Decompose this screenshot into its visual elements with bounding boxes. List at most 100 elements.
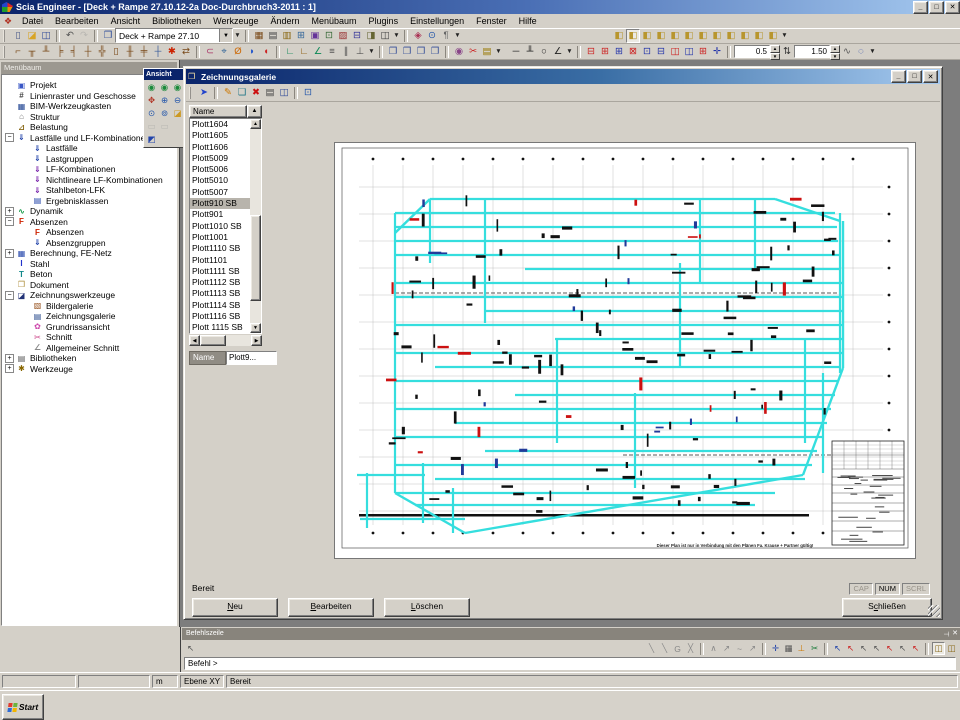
plot-list-item[interactable]: Plott1605 bbox=[190, 130, 250, 141]
close-button[interactable]: ✕ bbox=[945, 1, 960, 14]
delete-button[interactable]: Löschen bbox=[384, 598, 470, 617]
spin-down-icon[interactable]: ▼ bbox=[830, 53, 840, 61]
swap-icon[interactable]: ⇄ bbox=[179, 45, 193, 59]
expand-icon[interactable]: + bbox=[5, 207, 14, 216]
toolbar-overflow-icon[interactable]: ▼ bbox=[233, 29, 242, 43]
angle-icon-3[interactable]: ∠ bbox=[311, 45, 325, 59]
sidebar-item-bibliotheken[interactable]: +▤Bibliotheken bbox=[2, 353, 176, 364]
save-icon[interactable]: ◫ bbox=[39, 29, 53, 43]
toolbar-overflow-icon[interactable]: ▼ bbox=[453, 29, 462, 43]
plot-list-item[interactable]: Plott5007 bbox=[190, 187, 250, 198]
sidebar-item-absenzen[interactable]: FAbsenzen bbox=[2, 227, 176, 238]
beam-tool-icon-2[interactable]: ╥ bbox=[25, 45, 39, 59]
plot-list-vscrollbar[interactable]: ▲ ▼ bbox=[250, 119, 261, 333]
document-icon[interactable]: ▥ bbox=[280, 29, 294, 43]
property-name-label[interactable]: Name bbox=[189, 351, 226, 365]
layers-icon[interactable]: ⊟ bbox=[350, 29, 364, 43]
menu-item-bearbeiten[interactable]: Bearbeiten bbox=[49, 16, 105, 26]
view-layer-icon-6[interactable]: ◧ bbox=[682, 29, 696, 43]
parallel-icon[interactable]: ∥ bbox=[339, 45, 353, 59]
angle-icon-2[interactable]: ∟ bbox=[297, 45, 311, 59]
property-name-value[interactable]: Plott9... bbox=[226, 351, 277, 365]
delete-plot-icon[interactable]: ✖ bbox=[249, 86, 263, 100]
gallery-icon[interactable]: ◨ bbox=[364, 29, 378, 43]
plot-list-item[interactable]: Plott5009 bbox=[190, 153, 250, 164]
plot-list-hscrollbar[interactable]: ◀ ▶ bbox=[189, 335, 262, 346]
gallery-maximize-button[interactable]: □ bbox=[907, 70, 922, 83]
spin-down-icon[interactable]: ▼ bbox=[770, 53, 780, 61]
new-project-icon[interactable]: ▯ bbox=[11, 29, 25, 43]
sidebar-item-grundrissansicht[interactable]: ✿Grundrissansicht bbox=[2, 322, 176, 333]
sidebar-item-lf-kombinationen[interactable]: ⇓LF-Kombinationen bbox=[2, 164, 176, 175]
solver-icon[interactable]: ▣ bbox=[308, 29, 322, 43]
menu-item-werkzeuge[interactable]: Werkzeuge bbox=[207, 16, 264, 26]
minimize-button[interactable]: _ bbox=[913, 1, 928, 14]
selection-arrow-icon[interactable]: ↖ bbox=[184, 642, 197, 655]
connect-icon[interactable]: ⊂ bbox=[203, 45, 217, 59]
plot-list-item[interactable]: Plott1113 SB bbox=[190, 288, 250, 299]
member-check-icon-4[interactable]: ⊠ bbox=[626, 45, 640, 59]
chevron-down-icon[interactable]: ▼ bbox=[219, 29, 232, 42]
beam-tool-icon-8[interactable]: ▯ bbox=[109, 45, 123, 59]
project-combo[interactable]: Deck + Rampe 27.10▼ bbox=[115, 28, 233, 43]
window-tile-icon-4[interactable]: ❐ bbox=[428, 45, 442, 59]
window-tile-icon-3[interactable]: ❐ bbox=[414, 45, 428, 59]
sidebar-item-stahl[interactable]: IStahl bbox=[2, 259, 176, 270]
redo-icon[interactable]: ↷ bbox=[77, 29, 91, 43]
snap-trim-icon[interactable]: ✂ bbox=[808, 642, 821, 655]
new-button[interactable]: Neu bbox=[192, 598, 278, 617]
angle-icon-1[interactable]: ∟ bbox=[283, 45, 297, 59]
member-check-icon-2[interactable]: ⊞ bbox=[598, 45, 612, 59]
name-column-header[interactable]: Name bbox=[189, 105, 247, 118]
member-check-icon-3[interactable]: ⊞ bbox=[612, 45, 626, 59]
toolbar-grip[interactable] bbox=[189, 87, 194, 99]
wave-icon[interactable]: ∿ bbox=[840, 45, 854, 59]
scroll-right-icon[interactable]: ▶ bbox=[251, 335, 262, 346]
window-tile-icon-1[interactable]: ❐ bbox=[386, 45, 400, 59]
diameter-icon[interactable]: Ø bbox=[231, 45, 245, 59]
sidebar-item-nichtlineare-lf-kombinationen[interactable]: ⇓Nichtlineare LF-Kombinationen bbox=[2, 175, 176, 186]
plot-list-item[interactable]: Plott 1115 SB bbox=[190, 322, 250, 333]
undo-icon[interactable]: ↶ bbox=[63, 29, 77, 43]
plot-list-item[interactable]: Plott1001 bbox=[190, 232, 250, 243]
cursor-snap-icon-4[interactable]: ↖ bbox=[870, 642, 883, 655]
circle-icon[interactable]: ○ bbox=[537, 45, 551, 59]
export-plot-icon[interactable]: ◫ bbox=[277, 86, 291, 100]
sidebar-item-werkzeuge[interactable]: +✱Werkzeuge bbox=[2, 364, 176, 375]
menu-item-datei[interactable]: Datei bbox=[16, 16, 49, 26]
view-layer-icon-5[interactable]: ◧ bbox=[668, 29, 682, 43]
toolbar-overflow-icon[interactable]: ▼ bbox=[494, 45, 503, 59]
beam-tool-icon-1[interactable]: ⌐ bbox=[11, 45, 25, 59]
view-layer-icon-9[interactable]: ◧ bbox=[724, 29, 738, 43]
plot-list-item[interactable]: Plott1112 SB bbox=[190, 277, 250, 288]
sidebar-item-ergebnisklassen[interactable]: ▤Ergebnisklassen bbox=[2, 196, 176, 207]
support-icon[interactable]: ╨ bbox=[523, 45, 537, 59]
calculation-icon[interactable]: ▦ bbox=[252, 29, 266, 43]
menu-item-menbaum[interactable]: Menübaum bbox=[306, 16, 363, 26]
menu-item-einstellungen[interactable]: Einstellungen bbox=[404, 16, 470, 26]
sidebar-item-lastgruppen[interactable]: ⇓Lastgruppen bbox=[2, 154, 176, 165]
align-icon[interactable]: ≡ bbox=[325, 45, 339, 59]
plot-list-item[interactable]: Plott1606 bbox=[190, 142, 250, 153]
arc-left-icon[interactable]: ◖ bbox=[259, 45, 273, 59]
cursor-snap-icon-1[interactable]: ↖ bbox=[831, 642, 844, 655]
dock-option-icon-1[interactable]: ◫ bbox=[932, 642, 945, 655]
plot-list-item[interactable]: Plott1110 SB bbox=[190, 243, 250, 254]
sidebar-item-beton[interactable]: TBeton bbox=[2, 269, 176, 280]
sidebar-item-stahlbeton-lfk[interactable]: ⇓Stahlbeton-LFK bbox=[2, 185, 176, 196]
toolbar-overflow-icon[interactable]: ▼ bbox=[565, 45, 574, 59]
snap-polyline-icon[interactable]: ╲ bbox=[658, 642, 671, 655]
beam-tool-icon-10[interactable]: ╪ bbox=[137, 45, 151, 59]
view-layer-icon-1[interactable]: ◧ bbox=[612, 29, 626, 43]
view-layer-icon-3[interactable]: ◧ bbox=[640, 29, 654, 43]
results-icon[interactable]: ⊡ bbox=[322, 29, 336, 43]
sidebar-item-allgemeiner-schnitt[interactable]: ∠Allgemeiner Schnitt bbox=[2, 343, 176, 354]
view-settings-icon[interactable]: ◩ bbox=[145, 133, 158, 146]
snap-grid-icon[interactable]: ▦ bbox=[782, 642, 795, 655]
line-icon[interactable]: ─ bbox=[509, 45, 523, 59]
swap-scale-icon[interactable]: ⇅ bbox=[780, 45, 794, 59]
resize-grip[interactable] bbox=[928, 605, 940, 617]
snap-cross-icon[interactable]: ╳ bbox=[684, 642, 697, 655]
project-window-icon[interactable]: ❒ bbox=[101, 29, 115, 43]
plot-list-item[interactable]: Plott5010 bbox=[190, 175, 250, 186]
